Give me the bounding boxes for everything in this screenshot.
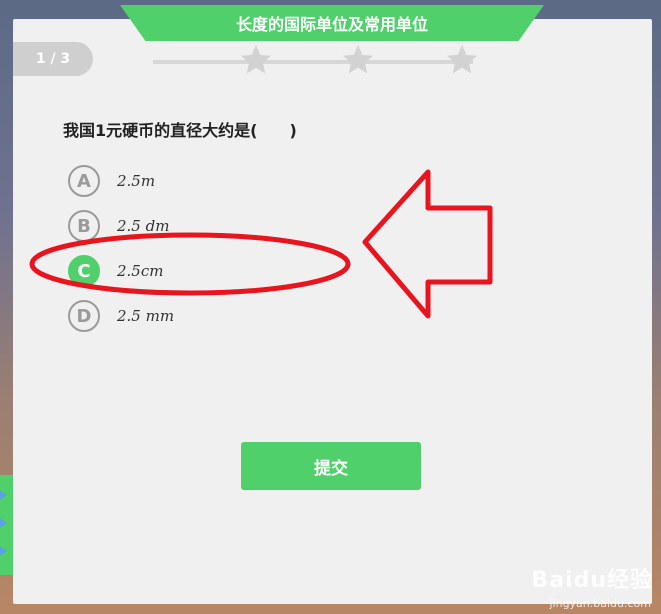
star-icon	[238, 42, 274, 78]
question-text: 我国1元硬币的直径大约是( )	[63, 121, 297, 140]
watermark-brand: Baidu经验	[531, 568, 653, 593]
option-a-text: 2.5m	[117, 172, 156, 190]
option-d-badge: D	[68, 300, 100, 332]
page-title: 长度的国际单位及常用单位	[235, 15, 428, 34]
submit-button[interactable]: 提交	[241, 442, 421, 490]
option-c[interactable]: C 2.5cm	[68, 254, 163, 288]
option-a[interactable]: A 2.5m	[68, 164, 155, 198]
option-d-text: 2.5 mm	[117, 307, 175, 325]
question-counter: 1 / 3	[13, 42, 93, 76]
page-title-banner: 长度的国际单位及常用单位	[120, 5, 544, 41]
question-counter-label: 1 / 3	[35, 51, 71, 67]
quiz-panel: 1 / 3 我国1元硬币的直径大约是( ) A 2.5m B 2.5 dm C …	[13, 19, 652, 604]
watermark-url: jingyan.baidu.com	[549, 597, 651, 610]
option-c-text: 2.5cm	[117, 262, 164, 280]
star-icon	[444, 42, 480, 78]
option-b[interactable]: B 2.5 dm	[68, 209, 169, 243]
arrow-right-icon	[0, 517, 7, 529]
progress-track	[153, 60, 473, 64]
option-d[interactable]: D 2.5 mm	[68, 299, 174, 333]
option-b-text: 2.5 dm	[117, 217, 170, 235]
side-tab[interactable]	[0, 475, 13, 575]
arrow-right-icon	[0, 545, 7, 557]
option-b-badge: B	[68, 210, 100, 242]
option-a-badge: A	[68, 165, 100, 197]
star-icon	[340, 42, 376, 78]
arrow-right-icon	[0, 489, 7, 501]
option-c-badge: C	[68, 255, 100, 287]
